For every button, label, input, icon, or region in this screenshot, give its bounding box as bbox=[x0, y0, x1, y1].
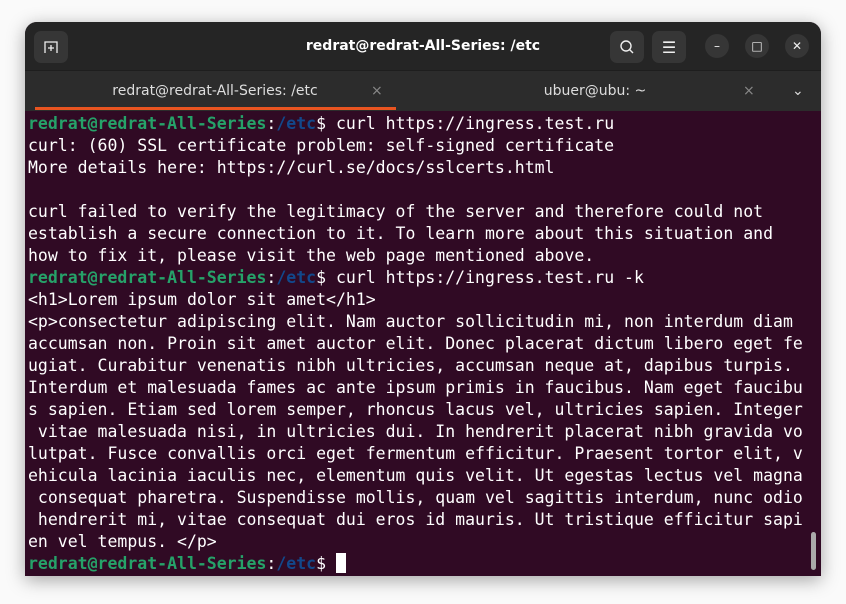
close-button[interactable]: ✕ bbox=[785, 34, 809, 58]
prompt-line: redrat@redrat-All-Series:/etc$ bbox=[28, 553, 813, 575]
output-line: en vel tempus. </p> bbox=[28, 532, 217, 551]
search-button[interactable] bbox=[610, 31, 644, 63]
output-line: lutpat. Fusce convallis orci eget fermen… bbox=[28, 444, 803, 463]
output-line: how to fix it, please visit the web page… bbox=[28, 246, 595, 265]
command: curl https://ingress.test.ru bbox=[326, 114, 615, 133]
tab-redrat-etc[interactable]: redrat@redrat-All-Series: /etc bbox=[25, 71, 405, 111]
tab-ubuer-home[interactable]: ubuer@ubu: ~ bbox=[405, 71, 785, 111]
prompt-sep: : bbox=[266, 554, 277, 573]
output-line: curl: (60) SSL certificate problem: self… bbox=[28, 136, 615, 155]
prompt-line: redrat@redrat-All-Series:/etc$ curl http… bbox=[28, 267, 813, 289]
title-bar: redrat@redrat-All-Series: /etc ☰ – □ ✕ bbox=[25, 22, 821, 70]
prompt-user: redrat@redrat-All-Series bbox=[28, 554, 267, 573]
search-icon bbox=[620, 40, 634, 54]
prompt-user: redrat@redrat-All-Series bbox=[28, 114, 267, 133]
prompt-path: /etc bbox=[276, 268, 317, 287]
prompt-path: /etc bbox=[276, 554, 317, 573]
minimize-button[interactable]: – bbox=[705, 34, 729, 58]
output-line: consequat pharetra. Suspendisse mollis, … bbox=[28, 488, 803, 507]
output-line: vitae malesuada nisi, in ultricies dui. … bbox=[28, 422, 803, 441]
hamburger-menu-icon: ☰ bbox=[661, 37, 677, 57]
maximize-button[interactable]: □ bbox=[745, 34, 769, 58]
window-title: redrat@redrat-All-Series: /etc bbox=[305, 38, 541, 54]
output-line: curl failed to verify the legitimacy of … bbox=[28, 202, 764, 221]
output-line: ugiat. Curabitur venenatis nibh ultricie… bbox=[28, 356, 793, 375]
output-line: Interdum et malesuada fames ac ante ipsu… bbox=[28, 378, 803, 397]
output-line: hendrerit mi, vitae consequat dui eros i… bbox=[28, 510, 803, 529]
prompt-dollar: $ bbox=[316, 554, 327, 573]
prompt-path: /etc bbox=[276, 114, 317, 133]
minimize-icon: – bbox=[714, 39, 720, 53]
output-line: accumsan non. Proin sit amet auctor elit… bbox=[28, 334, 803, 353]
prompt-dollar: $ bbox=[316, 268, 327, 287]
maximize-icon: □ bbox=[751, 39, 763, 53]
command bbox=[326, 554, 336, 573]
tab-bar: redrat@redrat-All-Series: /etc × ubuer@u… bbox=[25, 70, 821, 111]
output-line: More details here: https://curl.se/docs/… bbox=[28, 158, 555, 177]
prompt-dollar: $ bbox=[316, 114, 327, 133]
tabs-dropdown-chevron-down-icon[interactable]: ⌄ bbox=[792, 71, 804, 111]
terminal-window: redrat@redrat-All-Series: /etc ☰ – □ ✕ r… bbox=[25, 22, 821, 576]
output-line: <p>consectetur adipiscing elit. Nam auct… bbox=[28, 312, 793, 331]
tab-close-icon[interactable]: × bbox=[371, 71, 383, 111]
tab-close-icon[interactable]: × bbox=[743, 71, 755, 111]
output-line: <h1>Lorem ipsum dolor sit amet</h1> bbox=[28, 290, 376, 309]
close-icon: ✕ bbox=[791, 39, 803, 53]
text-cursor bbox=[335, 553, 346, 573]
prompt-sep: : bbox=[266, 114, 277, 133]
terminal-output[interactable]: redrat@redrat-All-Series:/etc$ curl http… bbox=[28, 113, 813, 575]
menu-button[interactable]: ☰ bbox=[652, 31, 686, 63]
scrollbar[interactable] bbox=[811, 532, 816, 570]
prompt-line: redrat@redrat-All-Series:/etc$ curl http… bbox=[28, 113, 813, 135]
active-tab-indicator bbox=[35, 107, 396, 110]
output-line: s sapien. Etiam sed lorem semper, rhoncu… bbox=[28, 400, 803, 419]
output-line: ehicula lacinia iaculis nec, elementum q… bbox=[28, 466, 803, 485]
command: curl https://ingress.test.ru -k bbox=[326, 268, 644, 287]
prompt-user: redrat@redrat-All-Series bbox=[28, 268, 267, 287]
output-line: establish a secure connection to it. To … bbox=[28, 224, 774, 243]
prompt-sep: : bbox=[266, 268, 277, 287]
